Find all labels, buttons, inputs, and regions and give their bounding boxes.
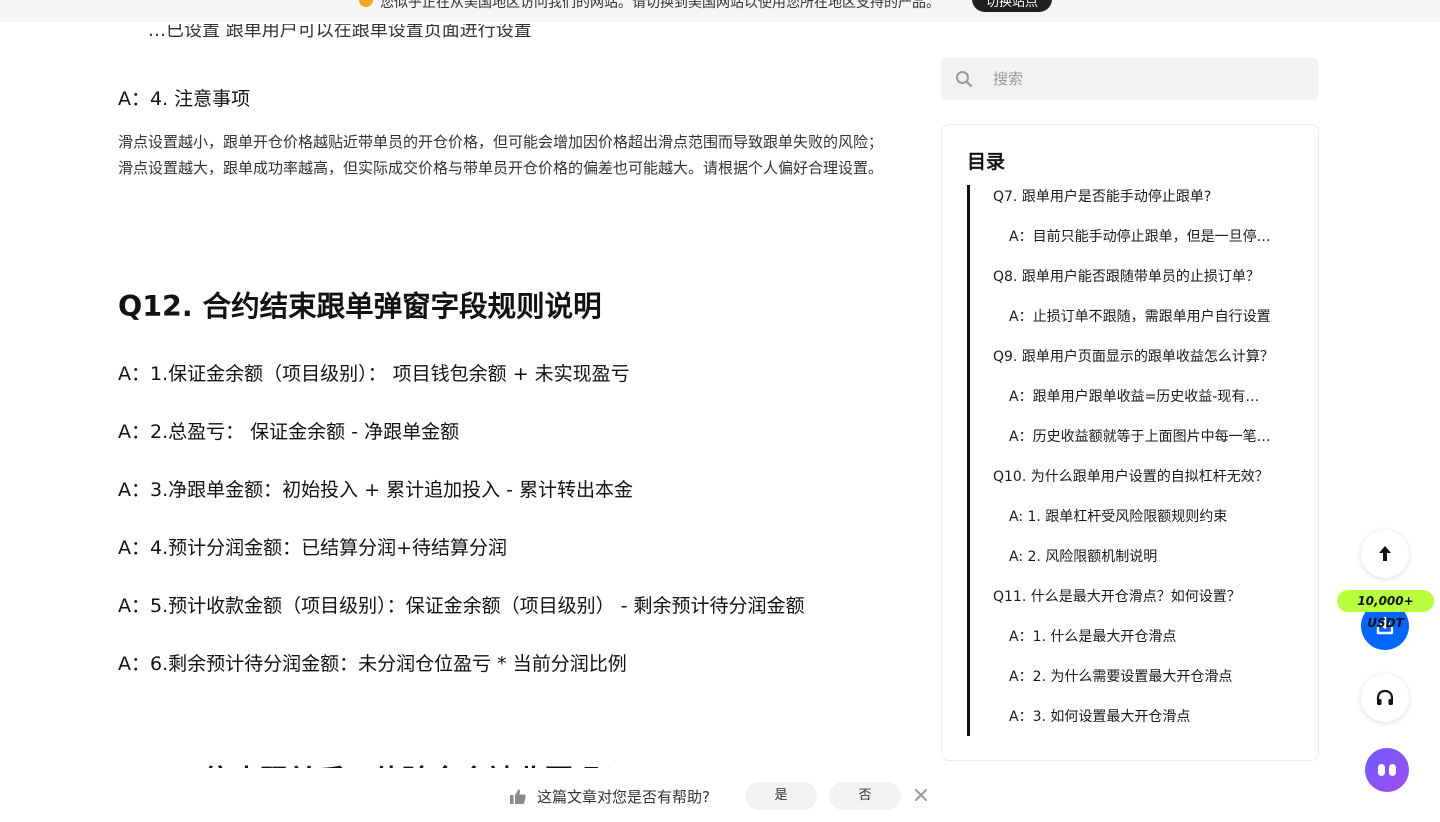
- toc-item[interactable]: A：止损订单不跟随，需跟单用户自行设置: [1009, 307, 1273, 327]
- toc-item[interactable]: Q10. 为什么跟单用户设置的自拟杠杆无效？: [993, 467, 1275, 487]
- toc-active-indicator: [967, 185, 970, 736]
- answer-heading: A：4. 注意事项: [118, 88, 251, 110]
- reward-badge[interactable]: 10,000+ USDT: [1337, 590, 1434, 630]
- question-title-q12: Q12. 合约结束跟单弹窗字段规则说明: [118, 290, 602, 323]
- search-box: [941, 58, 1319, 100]
- toc-item[interactable]: A：1. 什么是最大开仓滑点: [1009, 627, 1273, 647]
- toc-item[interactable]: A：目前只能手动停止跟单，但是一旦停止，将无法恢复: [1009, 227, 1273, 247]
- answer-paragraph: 滑点设置越小，跟单开仓价格越贴近带单员的开仓价格，但可能会增加因价格超出滑点范围…: [118, 133, 884, 177]
- customer-support-button[interactable]: [1361, 674, 1409, 722]
- toc-item[interactable]: A: 2. 风险限额机制说明: [1009, 547, 1273, 567]
- search-input[interactable]: [991, 58, 1301, 100]
- clipped-article-line: …已设置 跟单用户可以在跟单设置页面进行设置: [148, 24, 532, 41]
- toc-item[interactable]: A：2. 为什么需要设置最大开仓滑点: [1009, 667, 1273, 687]
- thumbs-up-icon: [510, 789, 526, 804]
- headset-icon: [1376, 689, 1394, 705]
- answer-item: A：4.预计分润金额：已结算分润+待结算分润: [118, 537, 508, 559]
- back-to-top-button[interactable]: [1361, 530, 1409, 578]
- search-icon: [956, 71, 973, 88]
- toc-item[interactable]: Q9. 跟单用户页面显示的跟单收益怎么计算？: [993, 347, 1275, 367]
- arrow-up-icon: [1379, 546, 1391, 561]
- answer-item: A：1.保证金余额（项目级别）： 项目钱包余额 + 未实现盈亏: [118, 363, 630, 385]
- toc-item[interactable]: A：3. 如何设置最大开仓滑点: [1009, 707, 1273, 727]
- switch-site-button[interactable]: 切换站点: [972, 0, 1052, 12]
- feedback-no-button[interactable]: 否: [829, 782, 901, 810]
- toc-item[interactable]: Q8. 跟单用户能否跟随带单员的止损订单？: [993, 267, 1275, 287]
- toc-item[interactable]: A：历史收益额就等于上面图片中每一笔的收益总和: [1009, 427, 1273, 447]
- table-of-contents: 目录 Q7. 跟单用户是否能手动停止跟单? A：目前只能手动停止跟单，但是一旦停…: [941, 124, 1319, 761]
- feedback-yes-button[interactable]: 是: [745, 782, 817, 810]
- bot-eye-icon: [1378, 764, 1385, 776]
- answer-item: A：5.预计收款金额（项目级别）：保证金余额（项目级别） - 剩余预计待分润金额: [118, 595, 805, 617]
- answer-item: A：2.总盈亏： 保证金余额 - 净跟单金额: [118, 421, 460, 443]
- toc-item[interactable]: A: 1. 跟单杠杆受风险限额规则约束: [1009, 507, 1273, 527]
- region-notice-banner: 您似乎正在从美国地区访问我们的网站。请切换到美国网站以使用您所在地区支持的产品。…: [0, 0, 1440, 22]
- bot-eye-icon: [1389, 764, 1396, 776]
- toc-title: 目录: [967, 151, 1006, 173]
- ai-assistant-button[interactable]: [1365, 748, 1409, 792]
- answer-item: A：6.剩余预计待分润金额：未分润仓位盈亏 * 当前分润比例: [118, 653, 627, 675]
- answer-item: A：3.净跟单金额：初始投入 + 累计追加投入 - 累计转出本金: [118, 479, 634, 501]
- toc-item[interactable]: A：跟单用户跟单收益=历史收益-现有持仓: [1009, 387, 1273, 407]
- toc-item[interactable]: Q7. 跟单用户是否能手动停止跟单?: [993, 187, 1275, 207]
- feedback-question: 这篇文章对您是否有帮助?: [537, 788, 710, 806]
- warning-icon: [359, 0, 373, 7]
- toc-item[interactable]: Q11. 什么是最大开仓滑点？如何设置？: [993, 587, 1275, 607]
- close-icon[interactable]: [912, 786, 930, 804]
- feedback-bar: 这篇文章对您是否有帮助? 是 否: [0, 768, 1440, 822]
- region-notice-text: 您似乎正在从美国地区访问我们的网站。请切换到美国网站以使用您所在地区支持的产品。: [380, 0, 940, 11]
